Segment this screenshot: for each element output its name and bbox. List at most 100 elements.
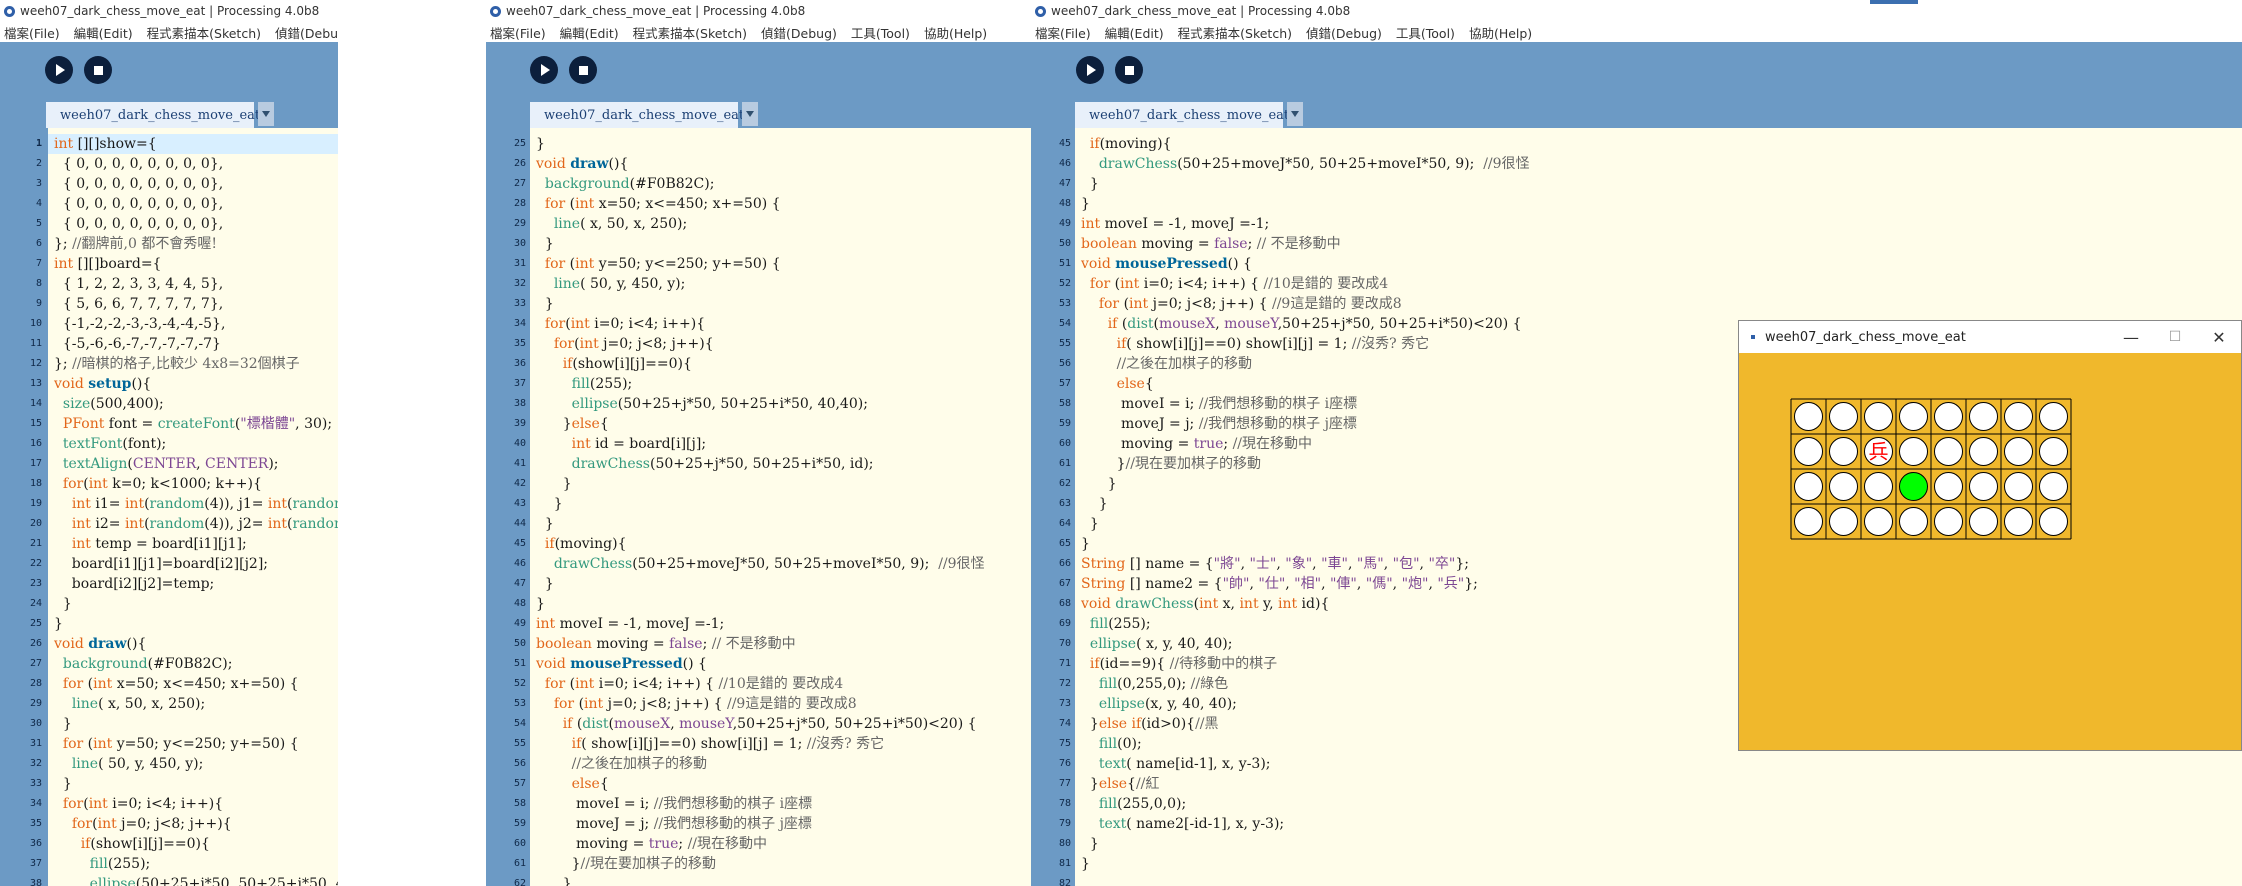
code-line: PFont font = createFont("標楷體", 30); xyxy=(62,416,333,432)
sketch-output-window[interactable]: weeh07_dark_chess_move_eat — ☐ ✕ 兵 xyxy=(1738,320,2242,751)
tab-sketch[interactable]: weeh07_dark_chess_move_eat xyxy=(530,102,744,128)
line-number: 60 xyxy=(1058,438,1071,449)
chess-piece xyxy=(1864,507,1893,536)
code-line: size(500,400); xyxy=(62,396,164,412)
line-number: 19 xyxy=(29,498,42,509)
menu-sketch[interactable]: 程式素描本(Sketch) xyxy=(633,23,747,42)
menu-file[interactable]: 檔案(File) xyxy=(4,23,60,42)
chess-piece xyxy=(1969,507,1998,536)
tab-menu-arrow[interactable] xyxy=(258,102,274,126)
menu-file[interactable]: 檔案(File) xyxy=(490,23,546,42)
close-button[interactable]: ✕ xyxy=(2197,321,2241,353)
line-number: 67 xyxy=(1058,578,1071,589)
code-line: } xyxy=(536,596,545,612)
line-number: 34 xyxy=(29,798,42,809)
chess-piece xyxy=(1829,507,1858,536)
code-line: textFont(font); xyxy=(62,436,167,452)
code-line: { 5, 6, 6, 7, 7, 7, 7, 7}, xyxy=(54,296,224,312)
chess-board-canvas[interactable]: 兵 xyxy=(1739,353,2241,750)
line-number: 6 xyxy=(35,238,42,249)
menu-bar: 檔案(File) 編輯(Edit) 程式素描本(Sketch) 偵錯(Debug… xyxy=(1031,22,2242,42)
code-line: for (int j=0; j<8; j++) { //9這是錯的 要改成8 xyxy=(553,696,857,712)
run-button[interactable] xyxy=(45,56,73,84)
line-number: 3 xyxy=(35,178,42,189)
stop-icon xyxy=(578,65,588,75)
window-title: weeh07_dark_chess_move_eat | Processing … xyxy=(20,4,320,18)
code-line: for (int i=0; i<4; i++) { //10是錯的 要改成4 xyxy=(544,676,844,692)
line-number: 38 xyxy=(513,398,526,409)
code-line: background(#F0B82C); xyxy=(62,656,233,672)
code-line: ellipse(50+25+j*50, 50+25+i*50, 40,40); xyxy=(571,396,868,412)
chess-piece-label: 兵 xyxy=(1869,440,1889,464)
maximize-button[interactable]: ☐ xyxy=(2153,321,2197,353)
line-number: 61 xyxy=(1058,458,1071,469)
code-line: //之後在加棋子的移動 xyxy=(571,756,708,772)
code-line: drawChess(50+25+j*50, 50+25+i*50, id); xyxy=(571,456,874,472)
line-number: 60 xyxy=(513,838,526,849)
code-line: { 0, 0, 0, 0, 0, 0, 0, 0}, xyxy=(54,196,224,212)
code-editor[interactable]: } void draw(){ background(#F0B82C); for (… xyxy=(530,128,1031,886)
code-line: } xyxy=(536,296,554,312)
line-number: 1 xyxy=(35,138,42,149)
line-number: 12 xyxy=(29,358,42,369)
menu-tool[interactable]: 工具(Tool) xyxy=(1396,23,1455,42)
title-bar: weeh07_dark_chess_move_eat | Processing … xyxy=(0,0,338,22)
line-number: 33 xyxy=(29,778,42,789)
stop-button[interactable] xyxy=(569,56,597,84)
menu-sketch[interactable]: 程式素描本(Sketch) xyxy=(147,23,261,42)
line-number: 78 xyxy=(1058,798,1071,809)
line-number: 76 xyxy=(1058,758,1071,769)
line-number: 31 xyxy=(29,738,42,749)
code-line: } xyxy=(536,876,572,886)
code-line: line( 50, y, 450, y); xyxy=(71,756,204,772)
code-line: for(int k=0; k<1000; k++){ xyxy=(62,476,262,492)
minimize-button[interactable]: — xyxy=(2109,321,2153,353)
line-number: 49 xyxy=(1058,218,1071,229)
code-line: for(int i=0; i<4; i++){ xyxy=(544,316,706,332)
chess-piece xyxy=(1864,472,1893,501)
line-number: 46 xyxy=(1058,158,1071,169)
tab-sketch[interactable]: weeh07_dark_chess_move_eat xyxy=(46,102,260,128)
line-number: 44 xyxy=(513,518,526,529)
tab-menu-arrow[interactable] xyxy=(1287,102,1303,126)
line-number: 30 xyxy=(513,238,526,249)
line-number: 39 xyxy=(513,418,526,429)
line-number: 17 xyxy=(29,458,42,469)
stop-button[interactable] xyxy=(84,56,112,84)
code-line: if(show[i][j]==0){ xyxy=(80,836,210,852)
line-number: 64 xyxy=(1058,518,1071,529)
menu-edit[interactable]: 編輯(Edit) xyxy=(74,23,133,42)
menu-file[interactable]: 檔案(File) xyxy=(1035,23,1091,42)
code-line: moveJ = j; //我們想移動的棋子 j座標 xyxy=(536,816,812,832)
line-number: 20 xyxy=(29,518,42,529)
run-button[interactable] xyxy=(1076,56,1104,84)
code-line: boolean moving = false; // 不是移動中 xyxy=(536,636,796,652)
chess-piece xyxy=(1934,402,1963,431)
menu-help[interactable]: 協助(Help) xyxy=(1469,23,1532,42)
line-number: 45 xyxy=(1058,138,1071,149)
menu-edit[interactable]: 編輯(Edit) xyxy=(560,23,619,42)
line-number: 24 xyxy=(29,598,42,609)
code-line: } xyxy=(54,596,72,612)
code-line: void draw(){ xyxy=(54,636,147,652)
code-line: if(moving){ xyxy=(1089,136,1172,152)
menu-debug[interactable]: 偵錯(Debug) xyxy=(761,23,837,42)
menu-debug[interactable]: 偵錯(Debug) xyxy=(275,23,338,42)
menu-edit[interactable]: 編輯(Edit) xyxy=(1105,23,1164,42)
chess-piece xyxy=(1899,507,1928,536)
line-number: 77 xyxy=(1058,778,1071,789)
line-number: 66 xyxy=(1058,558,1071,569)
line-number: 37 xyxy=(513,378,526,389)
code-line: for(int i=0; i<4; i++){ xyxy=(62,796,224,812)
chess-piece xyxy=(1969,402,1998,431)
stop-button[interactable] xyxy=(1115,56,1143,84)
menu-debug[interactable]: 偵錯(Debug) xyxy=(1306,23,1382,42)
run-button[interactable] xyxy=(530,56,558,84)
tab-menu-arrow[interactable] xyxy=(742,102,758,126)
menu-help[interactable]: 協助(Help) xyxy=(924,23,987,42)
line-number: 75 xyxy=(1058,738,1071,749)
code-editor[interactable]: int [][]show={ { 0, 0, 0, 0, 0, 0, 0, 0}… xyxy=(48,128,338,886)
menu-sketch[interactable]: 程式素描本(Sketch) xyxy=(1178,23,1292,42)
menu-tool[interactable]: 工具(Tool) xyxy=(851,23,910,42)
tab-sketch[interactable]: weeh07_dark_chess_move_eat xyxy=(1075,102,1289,128)
